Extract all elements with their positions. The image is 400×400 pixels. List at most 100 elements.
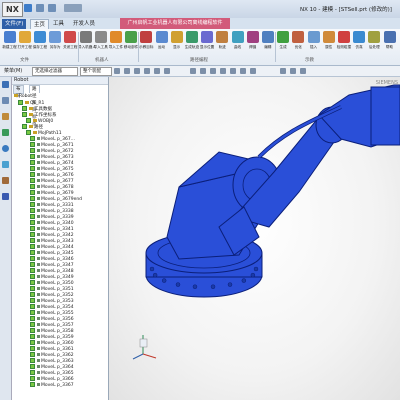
visibility-checkbox[interactable] (30, 160, 35, 165)
axis-icon[interactable] (230, 68, 236, 74)
visibility-checkbox[interactable] (30, 196, 35, 201)
visibility-checkbox[interactable] (22, 112, 27, 117)
visibility-checkbox[interactable] (30, 202, 35, 207)
ribbon-button-12[interactable]: 生成轨迹 (184, 31, 199, 55)
visibility-checkbox[interactable] (30, 148, 35, 153)
ribbon-button-9[interactable]: 示教目标 (139, 31, 154, 55)
visibility-checkbox[interactable] (22, 124, 27, 129)
menu-button[interactable]: 菜单(M) (2, 67, 24, 75)
redo-icon[interactable] (48, 4, 56, 12)
ribbon-button-2[interactable]: 保存工程 (32, 31, 47, 55)
visibility-checkbox[interactable] (30, 274, 35, 279)
visibility-checkbox[interactable] (30, 232, 35, 237)
web-icon[interactable] (2, 161, 9, 168)
measure-icon[interactable] (250, 68, 256, 74)
render-icon[interactable] (154, 68, 160, 74)
visibility-checkbox[interactable] (30, 238, 35, 243)
visibility-checkbox[interactable] (30, 370, 35, 375)
visibility-checkbox[interactable] (30, 262, 35, 267)
ribbon-button-5[interactable]: 导入机器人 (78, 31, 96, 55)
history-icon[interactable] (2, 145, 9, 152)
visibility-checkbox[interactable] (30, 286, 35, 291)
window-menu-icon[interactable] (64, 4, 82, 12)
selection-scope[interactable]: 整个装配 (80, 67, 112, 76)
ribbon-button-6[interactable]: 导入工具 (93, 31, 108, 55)
orient-icon[interactable] (164, 68, 170, 74)
snap-icon[interactable] (124, 68, 130, 74)
settings-icon[interactable] (300, 68, 306, 74)
visibility-checkbox[interactable] (30, 328, 35, 333)
ribbon-button-11[interactable]: 显示 (169, 31, 184, 55)
layer-icon[interactable] (280, 68, 286, 74)
selection-filter[interactable]: 无选择过滤器 (32, 67, 78, 76)
visibility-checkbox[interactable] (30, 382, 35, 387)
visibility-checkbox[interactable] (30, 364, 35, 369)
visibility-checkbox[interactable] (30, 190, 35, 195)
ribbon-button-16[interactable]: 焊缝 (245, 31, 260, 55)
visibility-checkbox[interactable] (30, 256, 35, 261)
point-icon[interactable] (190, 68, 196, 74)
visibility-checkbox[interactable] (30, 244, 35, 249)
visibility-checkbox[interactable] (30, 214, 35, 219)
palette-icon[interactable] (2, 177, 9, 184)
visibility-checkbox[interactable] (30, 292, 35, 297)
tab-file[interactable]: 文件(F) (2, 19, 27, 29)
ribbon-button-23[interactable]: 仿真 (352, 31, 367, 55)
visibility-checkbox[interactable] (30, 208, 35, 213)
visibility-checkbox[interactable] (30, 316, 35, 321)
ribbon-button-7[interactable]: 导入工件 (108, 31, 123, 55)
visibility-checkbox[interactable] (30, 166, 35, 171)
ribbon-button-10[interactable]: 运动 (154, 31, 169, 55)
ribbon-button-19[interactable]: 优化 (291, 31, 306, 55)
undo-icon[interactable] (36, 4, 44, 12)
circle-icon[interactable] (210, 68, 216, 74)
graphics-viewport[interactable]: SIEMENS (109, 77, 400, 400)
visibility-checkbox[interactable] (22, 106, 27, 111)
ribbon-button-17[interactable]: 编辑 (260, 31, 275, 55)
visibility-checkbox[interactable] (30, 346, 35, 351)
ribbon-button-24[interactable]: 后处理 (367, 31, 382, 55)
tree-node[interactable]: MoveL p_3367 (14, 382, 106, 388)
robot-icon[interactable] (2, 193, 9, 200)
ribbon-button-25[interactable]: 帮助 (382, 31, 397, 55)
tab-developer[interactable]: 开发人员 (70, 19, 98, 29)
plane-icon[interactable] (220, 68, 226, 74)
ribbon-button-3[interactable]: 另存为 (48, 31, 63, 55)
tab-paths-targets[interactable]: 路径和目标点 (29, 85, 40, 127)
ribbon-button-4[interactable]: 关闭工程 (63, 31, 78, 55)
visibility-checkbox[interactable] (30, 268, 35, 273)
industrial-robot[interactable] (145, 84, 400, 298)
ribbon-button-1[interactable]: 打开工程 (17, 31, 32, 55)
tab-tools[interactable]: 工具 (50, 19, 67, 29)
visibility-checkbox[interactable] (30, 280, 35, 285)
visibility-checkbox[interactable] (30, 178, 35, 183)
save-icon[interactable] (24, 4, 32, 12)
visibility-checkbox[interactable] (30, 376, 35, 381)
visibility-checkbox[interactable] (30, 322, 35, 327)
visibility-checkbox[interactable] (26, 130, 31, 135)
tab-layout[interactable]: 布局 (13, 85, 24, 99)
grid-icon[interactable] (240, 68, 246, 74)
select-icon[interactable] (114, 68, 120, 74)
ribbon-button-0[interactable]: 新建工程 (2, 31, 17, 55)
ribbon-button-15[interactable]: 曲线 (230, 31, 245, 55)
section-icon[interactable] (290, 68, 296, 74)
visibility-checkbox[interactable] (30, 172, 35, 177)
ribbon-button-20[interactable]: 插入 (306, 31, 321, 55)
ribbon-button-14[interactable]: 轨迹 (215, 31, 230, 55)
visibility-checkbox[interactable] (30, 340, 35, 345)
visibility-checkbox[interactable] (30, 142, 35, 147)
assembly-icon[interactable] (2, 97, 9, 104)
ribbon-button-22[interactable]: 检测碰撞 (336, 31, 351, 55)
visibility-checkbox[interactable] (30, 358, 35, 363)
ribbon-button-21[interactable]: 属性 (321, 31, 336, 55)
visibility-checkbox[interactable] (30, 310, 35, 315)
visibility-checkbox[interactable] (18, 100, 23, 105)
visibility-checkbox[interactable] (30, 250, 35, 255)
visibility-checkbox[interactable] (30, 298, 35, 303)
ribbon-button-13[interactable]: 显示位置 (200, 31, 215, 55)
visibility-checkbox[interactable] (30, 220, 35, 225)
visibility-checkbox[interactable] (30, 334, 35, 339)
view-icon[interactable] (134, 68, 140, 74)
visibility-checkbox[interactable] (30, 226, 35, 231)
